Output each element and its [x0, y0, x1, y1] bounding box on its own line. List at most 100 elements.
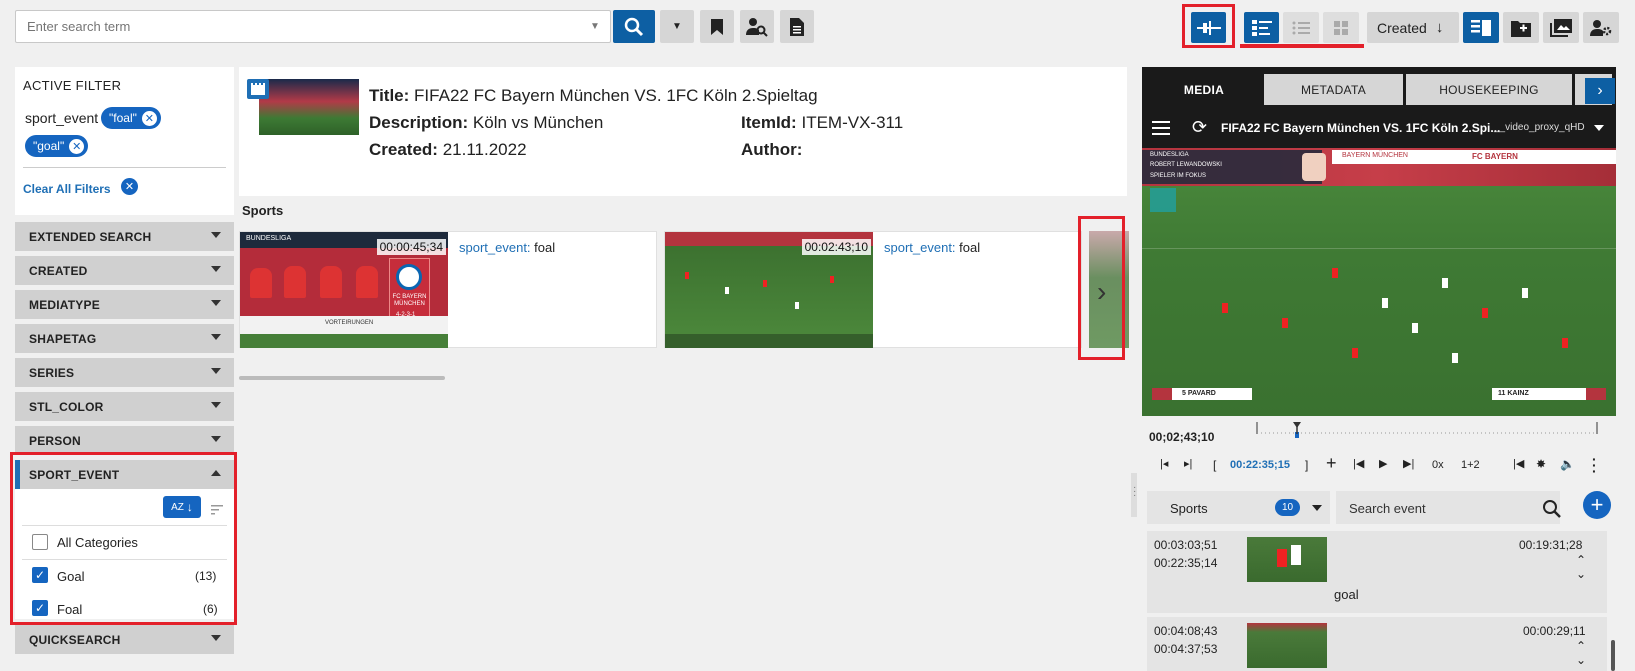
sort-az-button[interactable]: AZ ↓: [163, 496, 201, 518]
filter-chip-foal[interactable]: "foal" ✕: [101, 107, 161, 129]
event-row[interactable]: 00:03:03;51 00:22:35;14 00:19:31;28 ⌃ ⌄ g…: [1147, 531, 1607, 613]
panel-toggle-button[interactable]: [1463, 12, 1499, 43]
volume-icon[interactable]: 🔈: [1560, 457, 1575, 471]
audio-channels-label[interactable]: 1+2: [1461, 459, 1480, 471]
proxy-label[interactable]: __video_proxy_qHD: [1494, 122, 1585, 133]
search-event-box[interactable]: Search event: [1336, 491, 1562, 524]
play-icon[interactable]: ▶: [1379, 457, 1387, 470]
event-group-select[interactable]: Sports 10: [1147, 491, 1330, 524]
plus-icon: +: [1590, 492, 1604, 517]
drag-handle-icon: · · ·: [1133, 482, 1137, 501]
add-event-button[interactable]: +: [1583, 491, 1611, 519]
facet-mediatype[interactable]: MEDIATYPE: [15, 290, 234, 319]
created-key: Created:: [369, 140, 438, 159]
facet-sport-event[interactable]: SPORT_EVENT: [15, 460, 234, 489]
facet-series[interactable]: SERIES: [15, 358, 234, 387]
tab-housekeeping[interactable]: HOUSEKEEPING: [1406, 74, 1572, 105]
gallery-button[interactable]: [1543, 12, 1579, 43]
filter-chip-goal[interactable]: "goal" ✕: [25, 135, 89, 157]
search-dropdown-caret-icon[interactable]: ▼: [580, 21, 610, 32]
event-group-label: Sports: [1170, 501, 1208, 516]
sports-section-title: Sports: [242, 203, 284, 218]
clip-thumbnail[interactable]: 00:02:43;10: [665, 232, 873, 348]
sort-button[interactable]: Created ↓: [1367, 12, 1459, 43]
arrow-down-icon: ↓: [186, 500, 193, 514]
chevron-right-icon[interactable]: ›: [1097, 276, 1106, 308]
bookmark-button[interactable]: [700, 10, 734, 43]
add-item-button[interactable]: [1503, 12, 1539, 43]
tab-metadata[interactable]: METADATA: [1264, 74, 1403, 105]
search-box[interactable]: ▼: [15, 10, 611, 43]
mark-in-icon[interactable]: [: [1213, 458, 1216, 472]
facet-stl-color[interactable]: STL_COLOR: [15, 392, 234, 421]
tab-media[interactable]: MEDIA: [1146, 71, 1262, 109]
menu-icon[interactable]: [1152, 121, 1170, 140]
more-options-icon[interactable]: · · ·: [1592, 452, 1597, 478]
prev-marker-icon[interactable]: |◂: [1160, 457, 1168, 470]
clip-league-label: BUNDESLIGA: [246, 235, 292, 242]
video-player[interactable]: BUNDESLIGA ROBERT LEWANDOWSKI SPIELER IM…: [1142, 148, 1616, 416]
mark-out-icon[interactable]: ]: [1305, 458, 1308, 472]
facet-extended-search[interactable]: EXTENDED SEARCH: [15, 222, 234, 251]
chevron-up-down-icon[interactable]: ⌃ ⌄: [1576, 639, 1586, 667]
highlight-view-modes: [1240, 44, 1364, 48]
timeline-scrubber[interactable]: [1255, 420, 1599, 438]
tabs-scroll-right-icon[interactable]: ›: [1585, 78, 1615, 104]
clip-thumbnail[interactable]: BUNDESLIGA FC BAYERN MÜNCHEN 4-2-3-1 VOR…: [240, 232, 448, 348]
clip-card[interactable]: 00:02:43;10 sport_event: foal: [664, 231, 1082, 348]
facet-person[interactable]: PERSON: [15, 426, 234, 455]
all-categories-checkbox[interactable]: [32, 534, 48, 550]
next-marker-icon[interactable]: ▸|: [1184, 457, 1192, 470]
item-detail-card: Title: FIFA22 FC Bayern München VS. 1FC …: [239, 67, 1127, 196]
next-clip-peek: [1089, 231, 1129, 348]
add-marker-icon[interactable]: +: [1326, 453, 1337, 474]
document-button[interactable]: [780, 10, 814, 43]
event-end: 00:22:35;14: [1154, 556, 1218, 570]
facet-label: CREATED: [29, 263, 88, 278]
chevron-down-icon: [211, 436, 221, 442]
events-scrollbar[interactable]: [1611, 640, 1615, 671]
facet-quicksearch[interactable]: QUICKSEARCH: [15, 625, 234, 654]
clip-timecode: 00:02:43;10: [801, 239, 871, 255]
facet-shapetag[interactable]: SHAPETAG: [15, 324, 234, 353]
search-event-placeholder: Search event: [1349, 501, 1426, 516]
close-icon[interactable]: ✕: [69, 138, 85, 154]
search-options-button[interactable]: ▼: [660, 10, 694, 43]
item-thumbnail[interactable]: [259, 79, 359, 135]
user-search-icon: [746, 17, 768, 37]
split-view-button[interactable]: [1191, 12, 1226, 43]
bookmark-icon: [711, 18, 723, 35]
facet-label: SHAPETAG: [29, 331, 97, 346]
video-type-icon: [247, 79, 269, 99]
list-view-button[interactable]: [1283, 12, 1319, 43]
foal-checkbox[interactable]: ✓: [32, 600, 48, 616]
detail-list-view-button[interactable]: [1244, 12, 1279, 43]
chip-label: "goal": [33, 139, 65, 153]
in-point-timecode[interactable]: 00:22:35;15: [1230, 459, 1290, 471]
facet-label: PERSON: [29, 433, 81, 448]
search-icon[interactable]: [1542, 499, 1562, 519]
user-settings-button[interactable]: [1583, 12, 1619, 43]
search-input[interactable]: [16, 11, 580, 42]
close-icon[interactable]: ✕: [141, 110, 157, 126]
refresh-icon[interactable]: ⟳: [1192, 117, 1207, 138]
user-search-button[interactable]: [740, 10, 774, 43]
chevron-up-down-icon[interactable]: ⌃ ⌄: [1576, 553, 1586, 581]
clear-filters-icon[interactable]: ✕: [121, 178, 138, 195]
horizontal-scrollbar[interactable]: [239, 376, 445, 380]
event-row[interactable]: 00:04:08;43 00:04:37;53 00:00:29;11 ⌃ ⌄: [1147, 617, 1607, 671]
clear-all-filters-link[interactable]: Clear All Filters: [23, 182, 111, 196]
clip-card[interactable]: BUNDESLIGA FC BAYERN MÜNCHEN 4-2-3-1 VOR…: [239, 231, 657, 348]
snapshot-icon[interactable]: ✸: [1536, 457, 1546, 471]
step-forward-icon[interactable]: ▶|: [1403, 457, 1414, 470]
step-back-icon[interactable]: |◀: [1353, 457, 1364, 470]
skip-start-icon[interactable]: |◀: [1513, 457, 1524, 470]
goal-checkbox[interactable]: ✓: [32, 567, 48, 583]
sort-count-icon[interactable]: [211, 502, 223, 520]
grid-view-button[interactable]: [1323, 12, 1359, 43]
speed-label[interactable]: 0x: [1432, 459, 1444, 471]
facet-created[interactable]: CREATED: [15, 256, 234, 285]
chevron-down-icon[interactable]: [1594, 125, 1604, 131]
search-button[interactable]: [613, 10, 655, 43]
video-left-player: 5 PAVARD: [1182, 390, 1216, 397]
